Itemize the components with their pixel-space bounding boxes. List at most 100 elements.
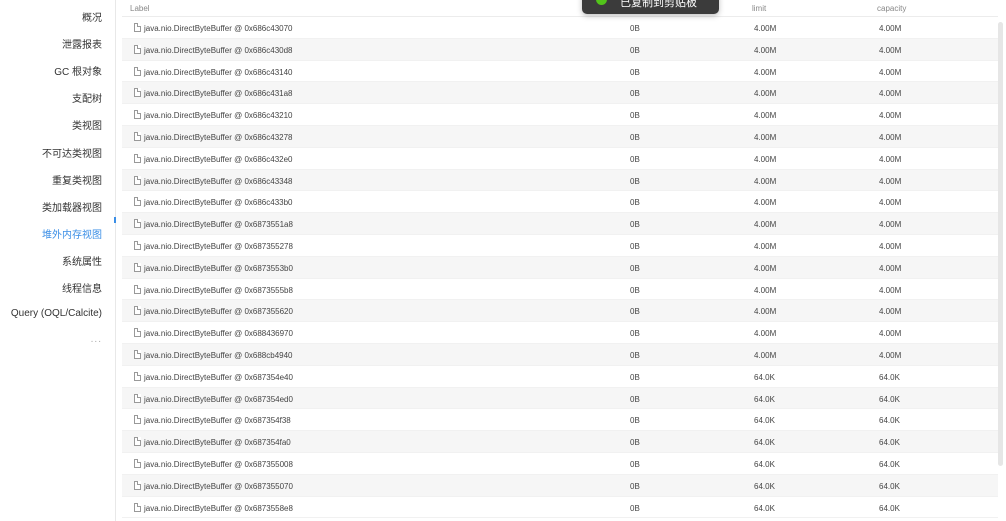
- sidebar-item-class-view[interactable]: 类视图: [72, 117, 102, 132]
- row-capacity: 4.00M: [879, 89, 902, 99]
- table-row[interactable]: java.nio.DirectByteBuffer @ 0x686c433b0 0…: [122, 191, 998, 214]
- active-indicator: [114, 217, 116, 223]
- table-row[interactable]: java.nio.DirectByteBuffer @ 0x686c43070 0…: [122, 17, 998, 39]
- row-limit: 4.00M: [754, 89, 777, 99]
- table-body: java.nio.DirectByteBuffer @ 0x686c43070 0…: [122, 17, 998, 519]
- file-icon: [134, 371, 141, 381]
- file-icon: [134, 153, 141, 163]
- sidebar-item-dominator-tree[interactable]: 支配树: [72, 90, 102, 105]
- file-icon: [134, 197, 141, 207]
- sidebar-item-query[interactable]: Query (OQL/Calcite): [11, 308, 102, 319]
- table-row[interactable]: java.nio.DirectByteBuffer @ 0x6873558e8 0…: [122, 496, 998, 519]
- row-position: 0B: [630, 329, 640, 339]
- table-row[interactable]: java.nio.DirectByteBuffer @ 0x686c43348 0…: [122, 169, 998, 192]
- row-position: 0B: [630, 481, 640, 491]
- file-icon: [134, 349, 141, 359]
- sidebar-item-classloader-view[interactable]: 类加载器视图: [42, 199, 102, 214]
- table-row[interactable]: java.nio.DirectByteBuffer @ 0x6873551a8 0…: [122, 213, 998, 235]
- row-label: java.nio.DirectByteBuffer @ 0x686c43070: [144, 24, 293, 33]
- table-row[interactable]: java.nio.DirectByteBuffer @ 0x687354fa0 0…: [122, 431, 998, 453]
- row-label: java.nio.DirectByteBuffer @ 0x687355278: [144, 241, 293, 251]
- table-row[interactable]: java.nio.DirectByteBuffer @ 0x688436970 0…: [122, 322, 998, 344]
- file-icon: [134, 480, 141, 490]
- row-limit: 4.00M: [754, 220, 777, 230]
- row-position: 0B: [630, 111, 640, 121]
- column-header-label[interactable]: Label: [130, 4, 150, 13]
- row-capacity: 64.0K: [879, 503, 900, 513]
- file-icon: [134, 393, 141, 403]
- row-capacity: 4.00M: [879, 67, 902, 77]
- table-row[interactable]: java.nio.DirectByteBuffer @ 0x686c43210 0…: [122, 104, 998, 126]
- column-header-limit[interactable]: limit: [752, 4, 766, 13]
- sidebar-item-duplicate-classes[interactable]: 重复类视图: [52, 172, 102, 187]
- check-circle-icon: [596, 0, 607, 5]
- row-position: 0B: [630, 198, 640, 208]
- row-label: java.nio.DirectByteBuffer @ 0x687354ed0: [144, 394, 293, 404]
- row-label: java.nio.DirectByteBuffer @ 0x688cb4940: [144, 350, 293, 360]
- row-limit: 64.0K: [754, 372, 775, 382]
- table-row[interactable]: java.nio.DirectByteBuffer @ 0x687354e40 0…: [122, 365, 998, 388]
- row-limit: 4.00M: [754, 176, 777, 186]
- table-row[interactable]: java.nio.DirectByteBuffer @ 0x686c431a8 0…: [122, 82, 998, 105]
- table-row[interactable]: java.nio.DirectByteBuffer @ 0x687355070 0…: [122, 474, 998, 497]
- table-row[interactable]: java.nio.DirectByteBuffer @ 0x687355278 0…: [122, 234, 998, 257]
- row-capacity: 64.0K: [879, 459, 900, 469]
- row-label: java.nio.DirectByteBuffer @ 0x687355070: [144, 481, 293, 491]
- table-row[interactable]: java.nio.DirectByteBuffer @ 0x6873555b8 0…: [122, 278, 998, 301]
- row-limit: 4.00M: [754, 132, 777, 142]
- sidebar-more[interactable]: ...: [91, 334, 102, 345]
- table-row[interactable]: java.nio.DirectByteBuffer @ 0x686c43278 0…: [122, 125, 998, 148]
- file-icon: [134, 44, 141, 54]
- row-label: java.nio.DirectByteBuffer @ 0x6873555b8: [144, 285, 293, 295]
- scrollbar[interactable]: [998, 22, 1003, 466]
- file-icon: [134, 240, 141, 250]
- row-capacity: 64.0K: [879, 394, 900, 404]
- row-capacity: 4.00M: [879, 24, 902, 33]
- row-label: java.nio.DirectByteBuffer @ 0x6873558e8: [144, 503, 293, 513]
- file-icon: [134, 110, 141, 120]
- row-label: java.nio.DirectByteBuffer @ 0x687354f38: [144, 416, 291, 426]
- row-position: 0B: [630, 285, 640, 295]
- row-position: 0B: [630, 307, 640, 317]
- file-icon: [134, 66, 141, 76]
- table-row[interactable]: java.nio.DirectByteBuffer @ 0x687354f38 0…: [122, 409, 998, 432]
- table-row[interactable]: java.nio.DirectByteBuffer @ 0x687355008 0…: [122, 452, 998, 475]
- row-limit: 64.0K: [754, 438, 775, 448]
- table-row[interactable]: java.nio.DirectByteBuffer @ 0x687355620 0…: [122, 300, 998, 323]
- sidebar-item-system-properties[interactable]: 系统属性: [62, 253, 102, 268]
- table-row[interactable]: java.nio.DirectByteBuffer @ 0x686c430d8 0…: [122, 38, 998, 61]
- file-icon: [134, 284, 141, 294]
- row-limit: 4.00M: [754, 307, 777, 317]
- table-header: Label limit capacity: [122, 0, 998, 17]
- row-label: java.nio.DirectByteBuffer @ 0x687355008: [144, 459, 293, 469]
- table-row[interactable]: java.nio.DirectByteBuffer @ 0x688cb4940 0…: [122, 343, 998, 366]
- sidebar-item-gc-roots[interactable]: GC 根对象: [54, 63, 102, 78]
- row-label: java.nio.DirectByteBuffer @ 0x686c43140: [144, 67, 293, 77]
- row-label: java.nio.DirectByteBuffer @ 0x6873551a8: [144, 220, 293, 230]
- sidebar-divider: [115, 0, 116, 521]
- sidebar: 概况 泄露报表 GC 根对象 支配树 类视图 不可达类视图 重复类视图 类加载器…: [0, 0, 116, 521]
- row-label: java.nio.DirectByteBuffer @ 0x686c43278: [144, 132, 293, 142]
- table-row[interactable]: java.nio.DirectByteBuffer @ 0x686c43140 0…: [122, 60, 998, 83]
- row-position: 0B: [630, 241, 640, 251]
- row-limit: 64.0K: [754, 481, 775, 491]
- row-limit: 4.00M: [754, 285, 777, 295]
- sidebar-item-thread-info[interactable]: 线程信息: [62, 280, 102, 295]
- sidebar-item-offheap-memory[interactable]: 堆外内存视图: [42, 226, 102, 241]
- sidebar-item-overview[interactable]: 概况: [82, 9, 102, 24]
- table-row[interactable]: java.nio.DirectByteBuffer @ 0x6873553b0 0…: [122, 256, 998, 279]
- row-position: 0B: [630, 89, 640, 99]
- row-capacity: 64.0K: [879, 372, 900, 382]
- column-header-capacity[interactable]: capacity: [877, 4, 906, 13]
- file-icon: [134, 88, 141, 98]
- sidebar-item-leak-report[interactable]: 泄露报表: [62, 36, 102, 51]
- row-capacity: 4.00M: [879, 220, 902, 230]
- table-row[interactable]: java.nio.DirectByteBuffer @ 0x687354ed0 0…: [122, 387, 998, 410]
- row-label: java.nio.DirectByteBuffer @ 0x687355620: [144, 307, 293, 317]
- table-row[interactable]: java.nio.DirectByteBuffer @ 0x686c432e0 0…: [122, 147, 998, 170]
- file-icon: [134, 328, 141, 338]
- row-position: 0B: [630, 24, 640, 33]
- sidebar-item-unreachable-classes[interactable]: 不可达类视图: [42, 145, 102, 160]
- row-position: 0B: [630, 503, 640, 513]
- file-icon: [134, 23, 141, 32]
